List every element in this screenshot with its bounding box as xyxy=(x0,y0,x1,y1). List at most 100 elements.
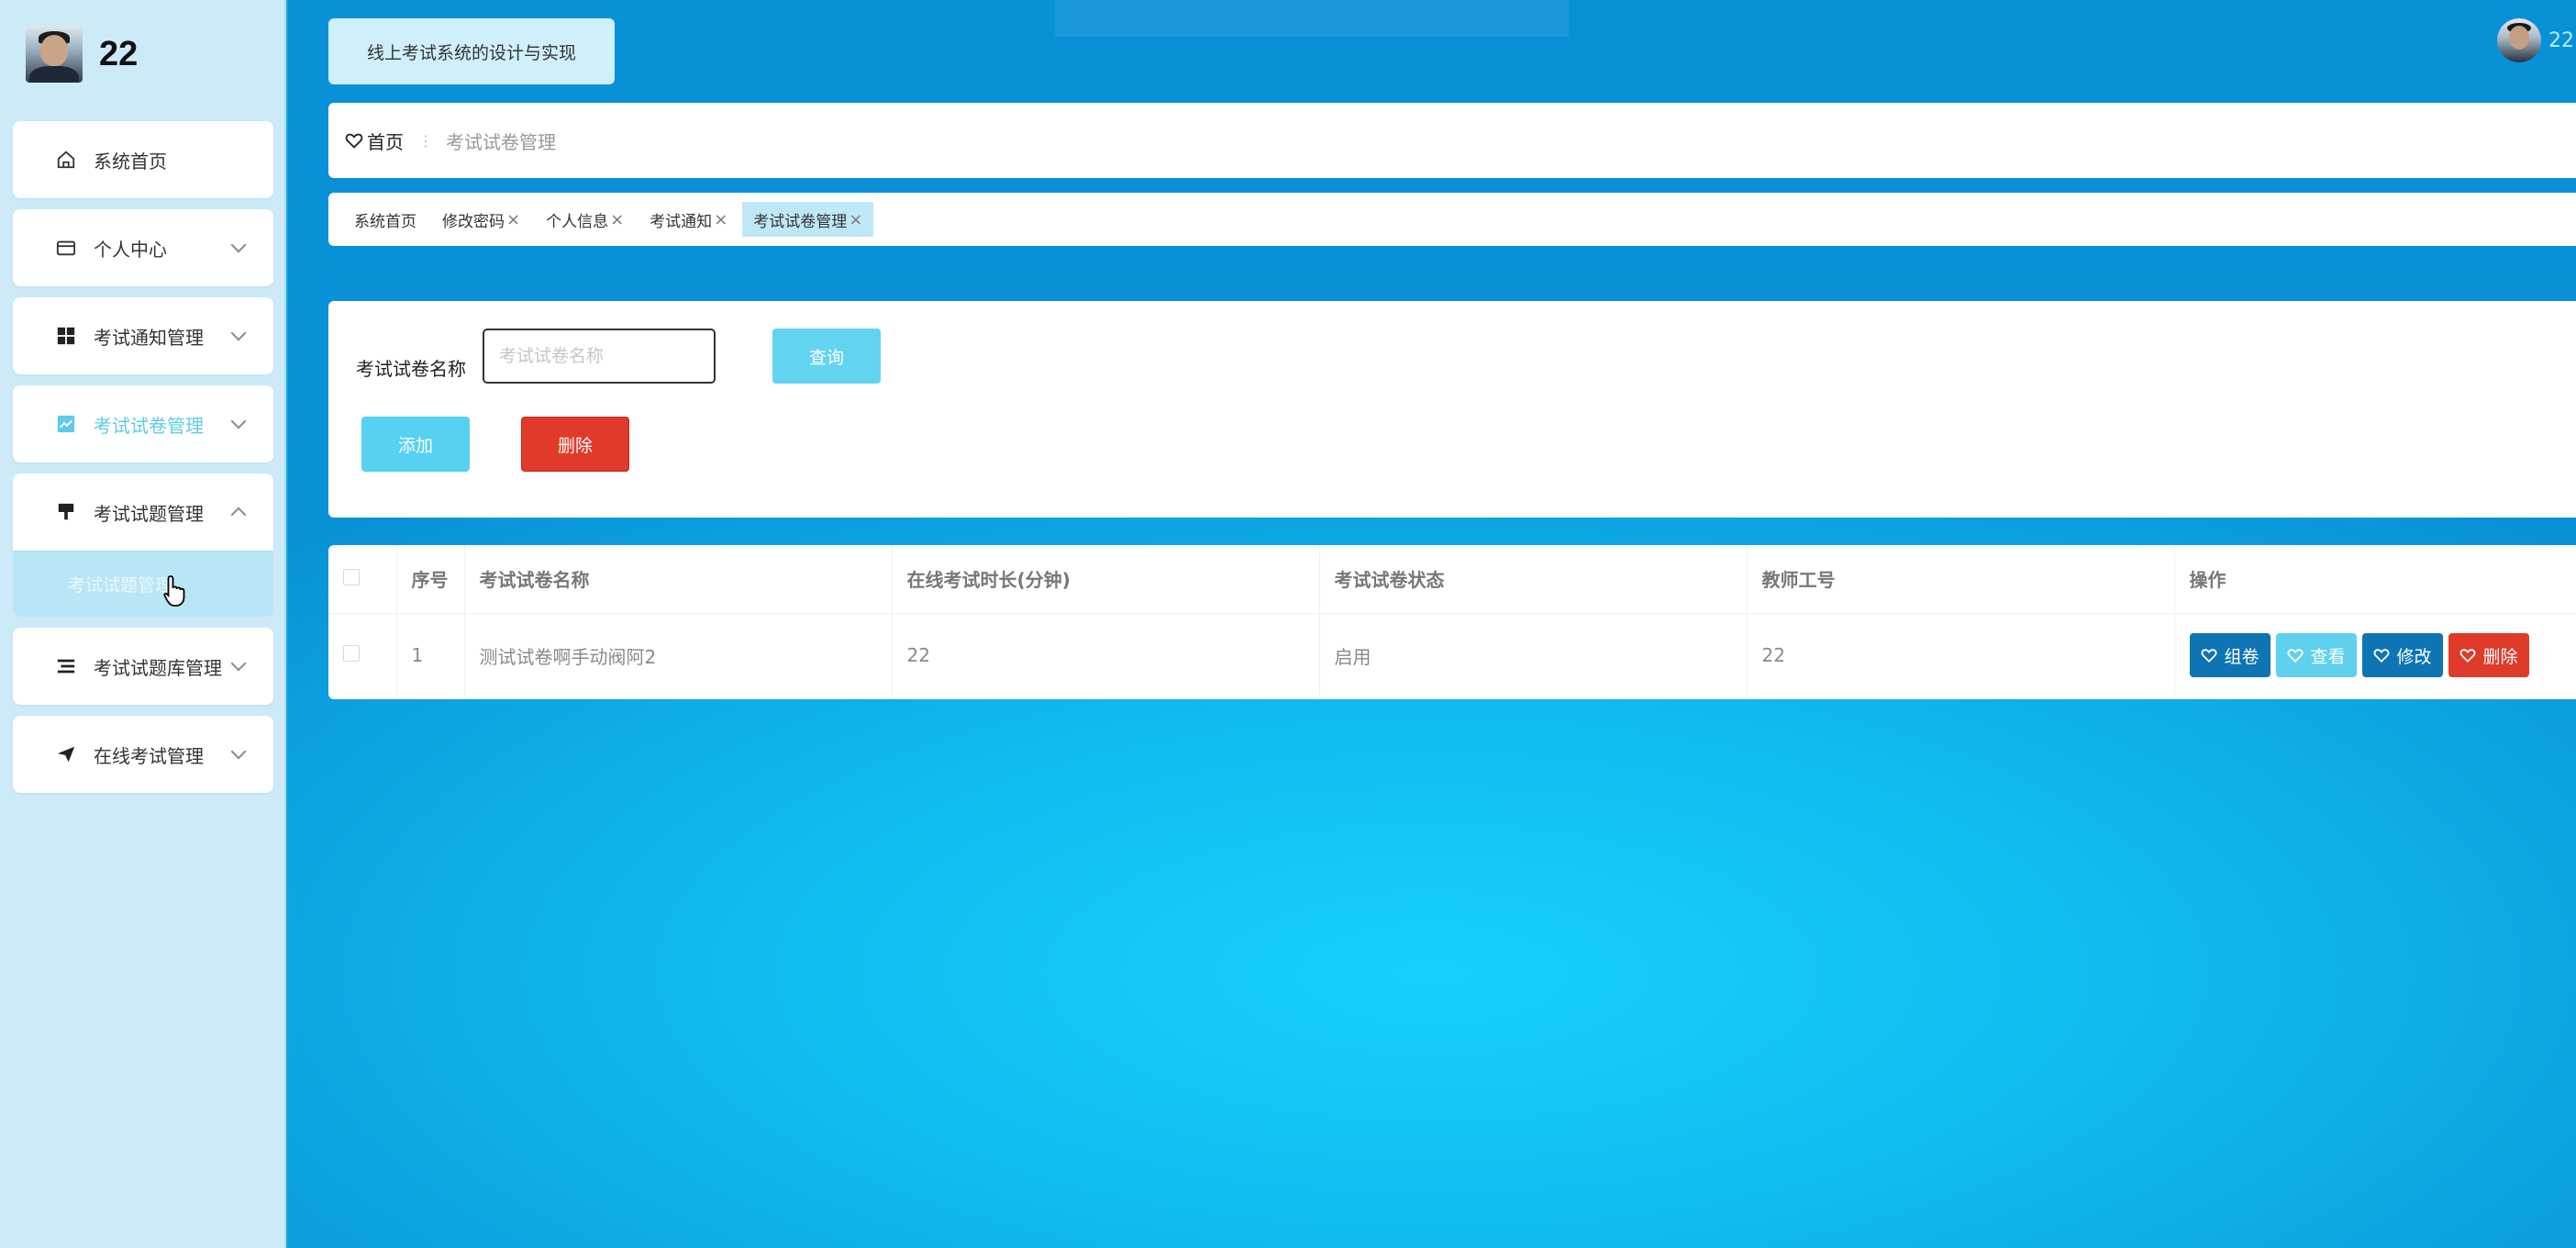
user-avatar[interactable] xyxy=(2497,18,2541,62)
button-label: 组卷 xyxy=(2224,646,2260,667)
chevron-down-icon xyxy=(230,325,247,341)
user-name[interactable]: 22 xyxy=(2548,29,2576,52)
data-table-panel: 序号 考试试卷名称 在线考试时长(分钟) 考试试卷状态 教师工号 操作 1 测试… xyxy=(328,545,2576,699)
button-label: 查看 xyxy=(2310,646,2346,667)
card-icon xyxy=(55,237,77,259)
column-header: 操作 xyxy=(2174,545,2576,614)
cell-teacher-id: 22 xyxy=(1747,613,2175,697)
add-button[interactable]: 添加 xyxy=(361,417,470,472)
sidebar: 22 系统首页 个人中心 考试通知管理 考试试卷管理 考试试题管理 考试试题管理… xyxy=(0,0,286,1248)
sidebar-item-exam-notice[interactable]: 考试通知管理 xyxy=(13,297,273,374)
cell-duration: 22 xyxy=(892,613,1320,697)
table-header-row: 序号 考试试卷名称 在线考试时长(分钟) 考试试卷状态 教师工号 操作 xyxy=(328,545,2576,614)
home-icon xyxy=(55,149,77,171)
search-panel: 考试试卷名称 查询 添加 删除 xyxy=(328,301,2576,518)
sidebar-item-exam-paper[interactable]: 考试试卷管理 xyxy=(13,385,273,462)
tab-label: 系统首页 xyxy=(354,212,416,231)
tab-home[interactable]: 系统首页 xyxy=(343,202,427,237)
cell-status: 启用 xyxy=(1319,613,1748,697)
top-glow xyxy=(1055,0,1569,37)
sidebar-item-label: 个人中心 xyxy=(94,238,167,261)
button-label: 修改 xyxy=(2396,646,2432,667)
avatar xyxy=(26,26,83,83)
tab-label: 个人信息 xyxy=(546,212,609,231)
row-select-cell[interactable] xyxy=(328,613,397,697)
heart-icon xyxy=(2287,649,2303,663)
main-area: 线上考试系统的设计与实现 22 首页 ⋮ 考试试卷管理 系统首页 修改密码 × … xyxy=(288,0,2576,1248)
sidebar-item-label: 在线考试管理 xyxy=(94,744,204,767)
view-button[interactable]: 查看 xyxy=(2275,633,2357,678)
list-icon xyxy=(55,655,77,677)
breadcrumb-home-label: 首页 xyxy=(367,130,404,153)
row-actions: 组卷 查看 修改 删除 xyxy=(2189,633,2576,678)
cell-name: 测试试卷啊手动阀阿2 xyxy=(464,613,893,697)
sidebar-item-question-bank[interactable]: 考试试题库管理 xyxy=(13,628,273,705)
close-icon[interactable]: × xyxy=(610,210,624,229)
row-checkbox[interactable] xyxy=(343,645,360,663)
search-label: 考试试卷名称 xyxy=(356,358,466,380)
row-delete-button[interactable]: 删除 xyxy=(2448,633,2529,678)
close-icon[interactable]: × xyxy=(714,210,727,229)
send-icon xyxy=(55,743,77,765)
heart-icon xyxy=(345,133,363,149)
tab-change-password[interactable]: 修改密码 × xyxy=(431,202,531,237)
tab-exam-paper[interactable]: 考试试卷管理 × xyxy=(742,202,874,237)
heart-icon xyxy=(2201,649,2216,663)
select-all-checkbox[interactable] xyxy=(343,568,360,585)
sidebar-item-home[interactable]: 系统首页 xyxy=(13,121,273,198)
sidebar-item-label: 考试试题库管理 xyxy=(94,656,222,679)
user-menu[interactable]: 22 xyxy=(2497,18,2576,62)
sidebar-item-exam-question[interactable]: 考试试题管理 xyxy=(13,474,273,551)
column-header: 在线考试时长(分钟) xyxy=(892,545,1320,614)
cell-index: 1 xyxy=(396,613,465,697)
sidebar-item-label: 考试试题管理 xyxy=(94,502,204,525)
chevron-down-icon xyxy=(230,413,247,429)
system-title: 线上考试系统的设计与实现 xyxy=(328,18,615,84)
brush-icon xyxy=(55,501,77,523)
heart-icon xyxy=(2373,649,2389,663)
tab-exam-notice[interactable]: 考试通知 × xyxy=(638,202,738,237)
column-header: 教师工号 xyxy=(1747,545,2175,614)
breadcrumb: 首页 ⋮ 考试试卷管理 xyxy=(328,103,2576,178)
sidebar-item-personal-center[interactable]: 个人中心 xyxy=(13,209,273,286)
close-icon[interactable]: × xyxy=(849,210,862,229)
sidebar-subitem-exam-question[interactable]: 考试试题管理 xyxy=(13,551,273,617)
column-header: 序号 xyxy=(396,545,465,614)
breadcrumb-home[interactable]: 首页 xyxy=(345,128,404,154)
edit-button[interactable]: 修改 xyxy=(2361,633,2443,678)
query-button[interactable]: 查询 xyxy=(772,329,881,384)
compose-button[interactable]: 组卷 xyxy=(2189,633,2271,678)
chevron-down-icon xyxy=(230,237,247,253)
search-input[interactable] xyxy=(483,329,716,384)
sidebar-item-online-exam[interactable]: 在线考试管理 xyxy=(13,716,273,793)
tabs-bar: 系统首页 修改密码 × 个人信息 × 考试通知 × 考试试卷管理 × xyxy=(328,193,2576,246)
close-icon[interactable]: × xyxy=(506,210,520,229)
tab-label: 考试通知 xyxy=(650,212,713,231)
cell-actions: 组卷 查看 修改 删除 xyxy=(2174,613,2576,697)
tab-personal-info[interactable]: 个人信息 × xyxy=(535,202,635,237)
sidebar-nav: 系统首页 个人中心 考试通知管理 考试试卷管理 考试试题管理 考试试题管理 考试… xyxy=(13,121,273,804)
chart-icon xyxy=(55,413,77,435)
tab-label: 修改密码 xyxy=(442,212,505,231)
sidebar-item-label: 考试通知管理 xyxy=(94,326,204,349)
chevron-up-icon xyxy=(230,507,247,523)
delete-button[interactable]: 删除 xyxy=(521,417,629,472)
breadcrumb-separator: ⋮ xyxy=(418,131,433,150)
sidebar-item-label: 系统首页 xyxy=(94,150,167,173)
brand: 22 xyxy=(26,26,138,83)
heart-icon xyxy=(2459,649,2475,663)
column-header: 考试试卷状态 xyxy=(1319,545,1748,614)
username-label: 22 xyxy=(99,34,139,73)
column-header: 考试试卷名称 xyxy=(464,545,893,614)
breadcrumb-current: 考试试卷管理 xyxy=(446,130,556,153)
data-table: 序号 考试试卷名称 在线考试时长(分钟) 考试试卷状态 教师工号 操作 1 测试… xyxy=(328,545,2576,697)
hand-cursor-icon xyxy=(163,575,185,607)
chevron-down-icon xyxy=(230,655,247,672)
chevron-down-icon xyxy=(230,743,247,760)
button-label: 删除 xyxy=(2482,646,2518,667)
table-row: 1 测试试卷啊手动阀阿2 22 启用 22 组卷 查看 修改 删除 xyxy=(328,613,2576,697)
sidebar-subitem-label: 考试试题管理 xyxy=(68,574,173,596)
tab-label: 考试试卷管理 xyxy=(753,212,848,231)
sidebar-item-label: 考试试卷管理 xyxy=(94,414,204,437)
select-all-cell[interactable] xyxy=(328,545,397,614)
